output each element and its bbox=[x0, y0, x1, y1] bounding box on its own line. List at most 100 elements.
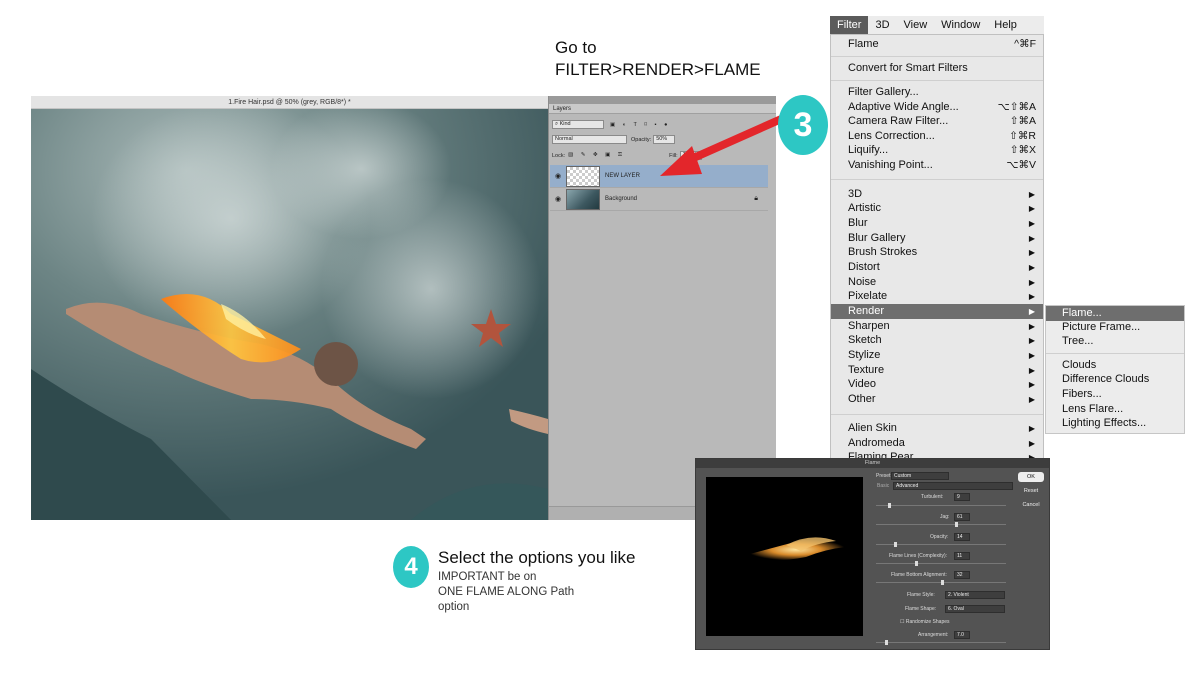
submenu-arrow-icon: ▶ bbox=[1028, 380, 1035, 389]
menu-item-video[interactable]: Video ▶ bbox=[831, 377, 1043, 392]
menu-item-other[interactable]: Other ▶ bbox=[831, 392, 1043, 407]
kind-filter-select[interactable]: ⌕ Kind bbox=[552, 120, 604, 129]
shortcut: ⌥⌘V bbox=[1006, 159, 1036, 171]
submenu-item-difference-clouds[interactable]: Difference Clouds bbox=[1046, 372, 1184, 387]
menu-item-label: Adaptive Wide Angle... bbox=[848, 101, 959, 113]
menu-item-render[interactable]: Render ▶ bbox=[831, 304, 1043, 319]
menu-item-blur-gallery[interactable]: Blur Gallery ▶ bbox=[831, 231, 1043, 246]
slider-knob[interactable] bbox=[941, 580, 944, 585]
menu-view[interactable]: View bbox=[897, 16, 935, 34]
menu-item-artistic[interactable]: Artistic ▶ bbox=[831, 201, 1043, 216]
submenu-arrow-icon: ▶ bbox=[1028, 263, 1035, 272]
slider-knob[interactable] bbox=[915, 561, 918, 566]
param-slider[interactable] bbox=[876, 522, 1006, 527]
menu-bar: Filter 3D View Window Help bbox=[830, 16, 1044, 34]
param-field[interactable]: 9 bbox=[954, 493, 970, 501]
menu-item-adaptive-wide-angle[interactable]: Adaptive Wide Angle... ⌥⇧⌘A bbox=[831, 100, 1043, 115]
menu-item-stylize[interactable]: Stylize ▶ bbox=[831, 348, 1043, 363]
menu-item-label: Flame bbox=[848, 38, 879, 50]
menu-item-distort[interactable]: Distort ▶ bbox=[831, 260, 1043, 275]
step4-badge: 4 bbox=[393, 546, 429, 588]
menu-item-3d[interactable]: 3D ▶ bbox=[831, 187, 1043, 202]
tab-advanced[interactable]: Advanced bbox=[893, 482, 1013, 490]
menu-item-camera-raw[interactable]: Camera Raw Filter... ⇧⌘A bbox=[831, 114, 1043, 129]
menu-item-sketch[interactable]: Sketch ▶ bbox=[831, 333, 1043, 348]
param-slider[interactable] bbox=[876, 561, 1006, 566]
submenu-item-lighting-effects[interactable]: Lighting Effects... bbox=[1046, 416, 1184, 431]
slider-knob[interactable] bbox=[894, 542, 898, 547]
menu-item-brush-strokes[interactable]: Brush Strokes ▶ bbox=[831, 245, 1043, 260]
menu-item-label: Artistic bbox=[848, 202, 881, 214]
menu-item-label: Convert for Smart Filters bbox=[848, 62, 968, 74]
slider-knob[interactable] bbox=[955, 522, 959, 527]
lock-icons[interactable]: ▧ ✎ ✥ ▣ ⚿ bbox=[568, 152, 625, 159]
menu-item-vanishing-point[interactable]: Vanishing Point... ⌥⌘V bbox=[831, 158, 1043, 173]
flame-preview bbox=[706, 477, 863, 636]
param-slider[interactable] bbox=[876, 580, 1006, 585]
slider-knob[interactable] bbox=[887, 503, 891, 508]
arrangement-field[interactable]: 7.0 bbox=[954, 631, 970, 639]
menu-item-label: Distort bbox=[848, 261, 880, 273]
menu-item-label: Alien Skin bbox=[848, 422, 897, 434]
menu-item-sharpen[interactable]: Sharpen ▶ bbox=[831, 319, 1043, 334]
slider-knob[interactable] bbox=[885, 640, 889, 645]
flame-shape-select[interactable]: 6. Oval bbox=[945, 605, 1005, 613]
submenu-item-flame[interactable]: Flame... bbox=[1046, 306, 1184, 321]
menu-item-filter-gallery[interactable]: Filter Gallery... bbox=[831, 85, 1043, 100]
menu-item-pixelate[interactable]: Pixelate ▶ bbox=[831, 289, 1043, 304]
menu-3d[interactable]: 3D bbox=[868, 16, 896, 34]
param-field[interactable]: 32 bbox=[954, 571, 970, 579]
submenu-item-lens-flare[interactable]: Lens Flare... bbox=[1046, 402, 1184, 417]
submenu-arrow-icon: ▶ bbox=[1028, 248, 1035, 257]
menu-filter[interactable]: Filter bbox=[830, 16, 869, 34]
submenu-arrow-icon: ▶ bbox=[1028, 395, 1035, 404]
submenu-item-clouds[interactable]: Clouds bbox=[1046, 358, 1184, 373]
step3-line2: FILTER>RENDER>FLAME bbox=[555, 60, 761, 79]
randomize-shapes-checkbox[interactable]: ☐ Randomize Shapes bbox=[900, 619, 950, 625]
document-canvas[interactable] bbox=[31, 109, 548, 520]
menu-item-label: Brush Strokes bbox=[848, 246, 918, 258]
menu-item-label: Andromeda bbox=[848, 437, 905, 449]
tab-basic[interactable]: Basic bbox=[877, 483, 889, 489]
menu-item-convert-smart-filters[interactable]: Convert for Smart Filters bbox=[831, 61, 1043, 76]
cancel-button[interactable]: Cancel bbox=[1018, 500, 1044, 510]
visibility-eye-icon[interactable]: ◉ bbox=[550, 195, 566, 203]
menu-help[interactable]: Help bbox=[987, 16, 1024, 34]
menu-item-label: Camera Raw Filter... bbox=[848, 115, 949, 127]
menu-item-lens-correction[interactable]: Lens Correction... ⇧⌘R bbox=[831, 129, 1043, 144]
lock-icon: 🔒︎ bbox=[754, 195, 758, 202]
shortcut: ⇧⌘X bbox=[1009, 144, 1036, 156]
flame-style-select[interactable]: 2. Violent bbox=[945, 591, 1005, 599]
menu-item-noise[interactable]: Noise ▶ bbox=[831, 275, 1043, 290]
param-field[interactable]: 61 bbox=[954, 513, 970, 521]
blend-mode-select[interactable]: Normal bbox=[552, 135, 627, 144]
param-slider[interactable] bbox=[876, 503, 1006, 508]
param-field[interactable]: 14 bbox=[954, 533, 970, 541]
step3-instruction: Go to FILTER>RENDER>FLAME bbox=[555, 37, 761, 81]
reset-button[interactable]: Reset bbox=[1018, 486, 1044, 496]
submenu-item-fibers[interactable]: Fibers... bbox=[1046, 387, 1184, 402]
arrangement-slider[interactable] bbox=[876, 640, 1006, 645]
submenu-arrow-icon: ▶ bbox=[1028, 292, 1035, 301]
menu-item-blur[interactable]: Blur ▶ bbox=[831, 216, 1043, 231]
submenu-item-tree[interactable]: Tree... bbox=[1046, 334, 1184, 349]
menu-separator bbox=[831, 80, 1043, 81]
menu-window[interactable]: Window bbox=[934, 16, 987, 34]
preset-select[interactable]: Custom bbox=[891, 472, 949, 480]
menu-item-alien-skin[interactable]: Alien Skin ▶ bbox=[831, 421, 1043, 436]
param-field[interactable]: 11 bbox=[954, 552, 970, 560]
shortcut: ⇧⌘R bbox=[1009, 130, 1036, 142]
visibility-eye-icon[interactable]: ◉ bbox=[550, 172, 566, 180]
menu-item-andromeda[interactable]: Andromeda ▶ bbox=[831, 436, 1043, 451]
flame-dialog-title: Flame bbox=[696, 459, 1049, 468]
menu-item-liquify[interactable]: Liquify... ⇧⌘X bbox=[831, 143, 1043, 158]
submenu-item-picture-frame[interactable]: Picture Frame... bbox=[1046, 320, 1184, 335]
param-slider[interactable] bbox=[876, 542, 1006, 547]
menu-item-label: Texture bbox=[848, 364, 885, 376]
document-title: 1.Fire Hair.psd @ 50% (grey, RGB/8*) * bbox=[31, 96, 548, 109]
menu-item-label: Sketch bbox=[848, 334, 882, 346]
menu-item-texture[interactable]: Texture ▶ bbox=[831, 363, 1043, 378]
menu-item-label: Blur bbox=[848, 217, 868, 229]
ok-button[interactable]: OK bbox=[1018, 472, 1044, 482]
menu-item-flame[interactable]: Flame ^⌘F bbox=[831, 37, 1043, 52]
